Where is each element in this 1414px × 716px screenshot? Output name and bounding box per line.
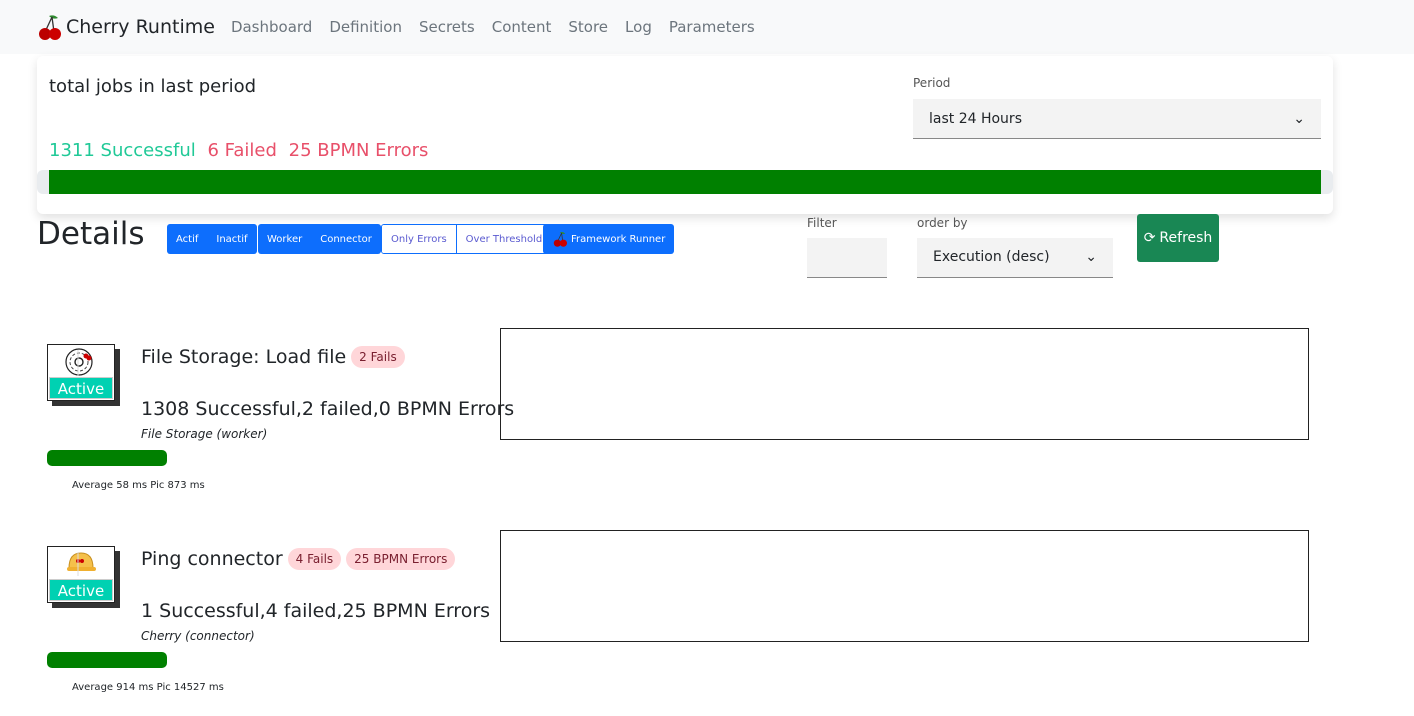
only-errors-button[interactable]: Only Errors [382,225,456,253]
brand[interactable]: Cherry Runtime [36,12,215,42]
job-progress [47,450,167,466]
fails-badge: 2 Fails [351,346,405,368]
job-subtitle: Cherry (connector) [141,629,255,643]
job-title[interactable]: Ping connector [141,548,283,570]
filter-input[interactable] [807,238,887,278]
summary-card: total jobs in last period 1311 Successfu… [37,56,1333,214]
job-chart-svg [501,329,1308,439]
refresh-button[interactable]: ⟳ Refresh [1137,214,1219,262]
period-select[interactable]: last 24 Hours ⌄ [913,99,1321,139]
refresh-label: Refresh [1159,230,1213,246]
job-stats: 1 Successful,4 failed,25 BPMN Errors [141,600,491,622]
summary-title: total jobs in last period [49,76,257,97]
job-icon-card[interactable]: Active [47,546,864,646]
job-timing: Average 914 ms Pic 14527 ms [72,682,224,693]
summary-progress [37,170,1333,194]
status-badge: Active [49,377,113,399]
connector-button[interactable]: Connector [311,224,381,254]
hard-hat-icon [48,547,864,646]
successful-count: 1311 Successful [49,140,196,161]
framework-runner-button[interactable]: Framework Runner [543,224,675,254]
job-stats: 1308 Successful,2 failed,0 BPMN Errors [141,398,515,420]
failed-count: 6 Failed [207,140,277,161]
nav-store[interactable]: Store [568,18,608,36]
fails-badge: 25 BPMN Errors [346,548,456,570]
job-timing: Average 58 ms Pic 873 ms [72,480,205,491]
cherry-logo-icon [39,15,61,40]
disc-icon [48,345,864,444]
nav-definition[interactable]: Definition [329,18,402,36]
job-item: Active Ping connector 4 Fails 25 BPMN Erro… [0,530,1414,716]
status-badge: Active [49,579,113,601]
job-progress [47,652,167,668]
nav-secrets[interactable]: Secrets [419,18,475,36]
nav-parameters[interactable]: Parameters [669,18,755,36]
cherry-icon [553,232,567,247]
summary-totals: 1311 Successful 6 Failed 25 BPMN Errors [49,140,428,161]
job-chart [500,328,1309,440]
job-chart-svg [501,531,1308,641]
type-toggle-group: Worker Connector [258,224,381,254]
order-by-label: order by [917,216,968,230]
period-value: last 24 Hours [929,111,1022,127]
refresh-icon: ⟳ [1143,230,1156,246]
job-icon-card[interactable]: Active [47,344,864,444]
nav-content[interactable]: Content [492,18,552,36]
nav-dashboard[interactable]: Dashboard [231,18,312,36]
order-by-value: Execution (desc) [933,249,1050,265]
job-subtitle: File Storage (worker) [141,427,268,441]
brand-name: Cherry Runtime [66,16,215,38]
chevron-down-icon: ⌄ [1293,111,1305,127]
navbar: Cherry Runtime Dashboard Definition Secr… [0,0,1414,54]
actif-button[interactable]: Actif [167,224,208,254]
period-label: Period [913,76,951,90]
summary-progress-fill [49,170,1321,194]
status-toggle-group: Actif Inactif [167,224,257,254]
over-threshold-button[interactable]: Over Threshold [455,225,552,253]
worker-button[interactable]: Worker [258,224,312,254]
inactif-button[interactable]: Inactif [207,224,257,254]
error-toggle-group: Only Errors Over Threshold [381,224,553,254]
job-chart [500,530,1309,642]
job-title[interactable]: File Storage: Load file [141,346,346,368]
filter-label: Filter [807,216,837,230]
chevron-down-icon: ⌄ [1085,249,1097,265]
details-title: Details [37,216,145,252]
fails-badge: 4 Fails [287,548,342,570]
framework-runner-label: Framework Runner [571,233,666,245]
order-by-select[interactable]: Execution (desc) ⌄ [917,238,1113,278]
nav-log[interactable]: Log [625,18,652,36]
bpmn-errors-count: 25 BPMN Errors [288,140,429,161]
job-item: Active File Storage: Load file 2 Fails 13… [0,328,1414,514]
